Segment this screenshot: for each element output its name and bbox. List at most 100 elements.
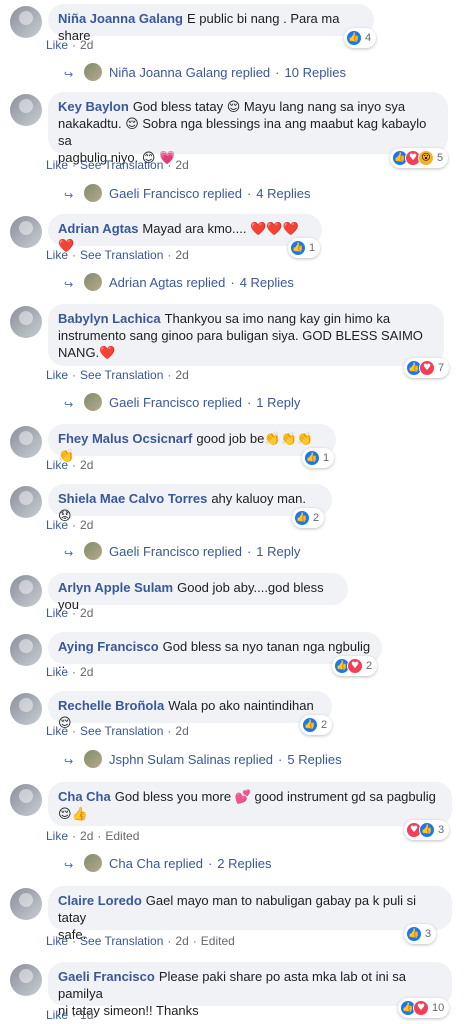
comment-meta: Like · 2d	[46, 665, 94, 679]
replier-name: Jsphn Sulam Salinas replied	[109, 751, 274, 767]
timestamp[interactable]: 2d	[80, 665, 93, 679]
comment-meta: Like · 2d	[46, 606, 94, 620]
avatar[interactable]	[10, 306, 42, 338]
timestamp[interactable]: 2d	[80, 38, 93, 52]
avatar[interactable]	[10, 693, 42, 725]
edited-label: Edited	[105, 829, 140, 843]
avatar[interactable]	[10, 888, 42, 920]
like-link[interactable]: Like	[46, 606, 68, 620]
avatar[interactable]	[10, 426, 42, 458]
timestamp[interactable]: 1d	[80, 1008, 93, 1022]
view-replies-link[interactable]: ↪ Gaeli Francisco replied · 1 Reply	[64, 392, 300, 412]
view-replies-link[interactable]: ↪ Niña Joanna Galang replied · 10 Replies	[64, 62, 346, 82]
like-link[interactable]: Like	[46, 829, 68, 843]
avatar[interactable]	[10, 486, 42, 518]
like-link[interactable]: Like	[46, 665, 68, 679]
see-translation-link[interactable]: See Translation	[80, 248, 163, 262]
timestamp[interactable]: 2d	[80, 606, 93, 620]
reaction-count: 2	[313, 512, 320, 524]
replier-name: Adrian Agtas replied	[109, 274, 226, 290]
timestamp[interactable]: 2d	[80, 518, 93, 532]
like-link[interactable]: Like	[46, 368, 68, 382]
comment-text: instrumento sang ginoo para buligan siya…	[58, 328, 423, 343]
like-link[interactable]: Like	[46, 158, 68, 172]
timestamp[interactable]: 2d	[80, 829, 93, 843]
like-reaction-icon: 👍	[294, 510, 310, 526]
comment-bubble: Adrian Agtas Mayad ara kmo.... ❤️❤️❤️❤️	[48, 214, 322, 253]
reply-count: 4 Replies	[239, 274, 294, 290]
reply-arrow-icon: ↪	[64, 547, 74, 560]
reaction-summary[interactable]: 👍 ♥ 7	[404, 358, 450, 378]
reaction-summary[interactable]: 👍 ♥ 2	[332, 656, 378, 676]
avatar[interactable]	[10, 216, 42, 248]
avatar[interactable]	[10, 6, 42, 38]
reaction-summary[interactable]: 👍 1	[288, 238, 321, 258]
comment-bubble: Claire Loredo Gael mayo man to nabuligan …	[48, 886, 452, 942]
avatar[interactable]	[10, 94, 42, 126]
reaction-summary[interactable]: 👍 2	[292, 508, 325, 528]
comment-author[interactable]: Key Baylon	[58, 99, 129, 114]
reply-count: 1 Reply	[256, 394, 301, 410]
comment-meta: Like · See Translation · 2d · Edited	[46, 934, 235, 948]
reply-arrow-icon: ↪	[64, 189, 74, 202]
reaction-summary[interactable]: 👍 1	[302, 448, 335, 468]
reply-count: 1 Reply	[256, 543, 301, 559]
comment-text: nakakadtu. 😌 Sobra nga blessings ina ang…	[58, 116, 427, 148]
like-reaction-icon: 👍	[406, 926, 422, 942]
comment-meta: Like · 1d	[46, 1008, 94, 1022]
comment-author[interactable]: Fhey Malus Ocsicnarf	[58, 431, 192, 446]
timestamp[interactable]: 2d	[80, 458, 93, 472]
reaction-count: 1	[323, 452, 330, 464]
like-link[interactable]: Like	[46, 1008, 68, 1022]
like-link[interactable]: Like	[46, 458, 68, 472]
comment-text: God bless tatay 😌 Mayu lang nang sa inyo…	[132, 99, 406, 114]
like-link[interactable]: Like	[46, 248, 68, 262]
avatar[interactable]	[10, 784, 42, 816]
comment-author[interactable]: Cha Cha	[58, 789, 111, 804]
comment-author[interactable]: Claire Loredo	[58, 893, 142, 908]
comment-bubble: Key Baylon God bless tatay 😌 Mayu lang na…	[48, 92, 448, 165]
comment-author[interactable]: Niña Joanna Galang	[58, 11, 183, 26]
comment-author[interactable]: Adrian Agtas	[58, 221, 138, 236]
like-link[interactable]: Like	[46, 934, 68, 948]
reply-count: 5 Replies	[287, 751, 342, 767]
comment-author[interactable]: Arlyn Apple Sulam	[58, 580, 173, 595]
avatar[interactable]	[10, 964, 42, 996]
comment-bubble: Cha Cha God bless you more 💕 good instrum…	[48, 782, 452, 826]
reaction-summary[interactable]: 👍 3	[404, 924, 437, 944]
comment-author[interactable]: Gaeli Francisco	[58, 969, 155, 984]
like-link[interactable]: Like	[46, 724, 68, 738]
reaction-summary[interactable]: 👍 ♥ 10	[398, 998, 450, 1018]
view-replies-link[interactable]: ↪ Gaeli Francisco replied · 4 Replies	[64, 183, 311, 203]
reaction-summary[interactable]: 👍 ♥ 😮 5	[390, 148, 449, 168]
reaction-summary[interactable]: ♥ 👍 3	[404, 820, 450, 840]
see-translation-link[interactable]: See Translation	[80, 724, 163, 738]
comment-author[interactable]: Rechelle Broñola	[58, 698, 164, 713]
reply-avatar	[84, 542, 102, 560]
timestamp[interactable]: 2d	[175, 158, 188, 172]
comment-bubble: Fhey Malus Ocsicnarf good job be👏👏👏👏	[48, 424, 336, 463]
see-translation-link[interactable]: See Translation	[80, 934, 163, 948]
comment-author[interactable]: Babylyn Lachica	[58, 311, 161, 326]
timestamp[interactable]: 2d	[175, 248, 188, 262]
timestamp[interactable]: 2d	[175, 368, 188, 382]
view-replies-link[interactable]: ↪ Jsphn Sulam Salinas replied · 5 Replies	[64, 749, 342, 769]
view-replies-link[interactable]: ↪ Adrian Agtas replied · 4 Replies	[64, 272, 294, 292]
comment-meta: Like · See Translation · 2d	[46, 248, 189, 262]
like-link[interactable]: Like	[46, 518, 68, 532]
view-replies-link[interactable]: ↪ Cha Cha replied · 2 Replies	[64, 853, 272, 873]
avatar[interactable]	[10, 634, 42, 666]
timestamp[interactable]: 2d	[175, 724, 188, 738]
view-replies-link[interactable]: ↪ Gaeli Francisco replied · 1 Reply	[64, 541, 300, 561]
comment-author[interactable]: Aying Francisco	[58, 639, 159, 654]
timestamp[interactable]: 2d	[175, 934, 188, 948]
reaction-summary[interactable]: 👍 4	[344, 28, 377, 48]
reaction-summary[interactable]: 👍 2	[300, 715, 333, 735]
replier-name: Cha Cha replied	[109, 855, 203, 871]
comment-author[interactable]: Shiela Mae Calvo Torres	[58, 491, 207, 506]
love-reaction-icon: ♥	[413, 1000, 429, 1016]
like-link[interactable]: Like	[46, 38, 68, 52]
avatar[interactable]	[10, 575, 42, 607]
see-translation-link[interactable]: See Translation	[80, 158, 163, 172]
see-translation-link[interactable]: See Translation	[80, 368, 163, 382]
